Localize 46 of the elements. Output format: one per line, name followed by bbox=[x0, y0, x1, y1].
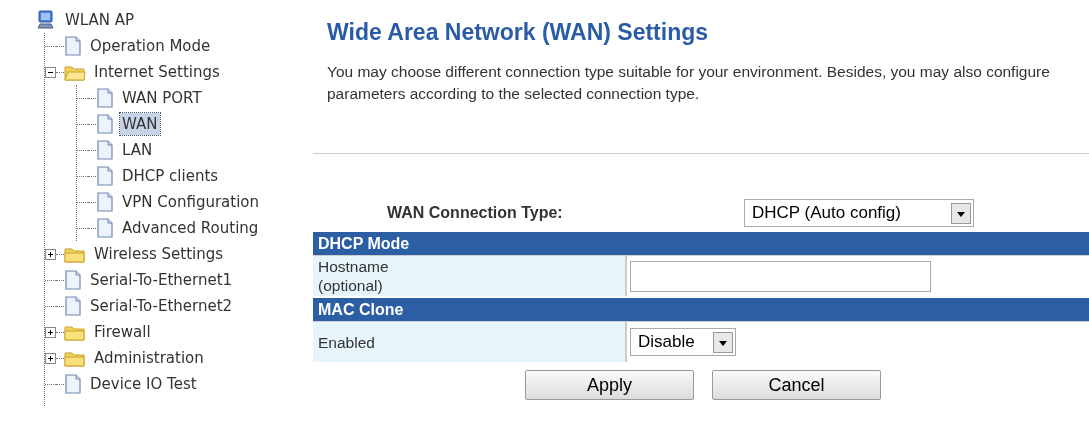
page-icon bbox=[96, 114, 114, 134]
page-icon bbox=[96, 166, 114, 186]
row-label: Enabled bbox=[313, 322, 627, 362]
mac-clone-select[interactable]: Disable bbox=[630, 328, 736, 356]
page-icon bbox=[96, 88, 114, 108]
tree-item[interactable]: LAN bbox=[120, 138, 155, 162]
collapse-icon[interactable] bbox=[45, 66, 56, 78]
tree-item[interactable]: Internet Settings bbox=[92, 60, 222, 84]
hostname-field[interactable] bbox=[630, 260, 931, 292]
page-icon bbox=[96, 140, 114, 160]
tree-root[interactable]: WLAN AP bbox=[65, 8, 135, 32]
page-icon bbox=[64, 374, 82, 394]
tree-item[interactable]: Operation Mode bbox=[88, 34, 213, 58]
tree-item[interactable]: DHCP clients bbox=[120, 164, 221, 188]
tree-item[interactable]: Administration bbox=[92, 346, 206, 370]
row-label: Hostname (optional) bbox=[313, 256, 627, 296]
folder-icon bbox=[64, 349, 86, 367]
connection-type-select[interactable]: DHCP (Auto config) bbox=[744, 199, 974, 227]
tree-item[interactable]: Firewall bbox=[92, 320, 153, 344]
section-header: DHCP Mode bbox=[313, 230, 1089, 255]
tree-item[interactable]: Wireless Settings bbox=[92, 242, 226, 266]
page-icon bbox=[64, 36, 82, 56]
tree-item[interactable]: Advanced Routing bbox=[120, 216, 261, 240]
page-icon bbox=[64, 296, 82, 316]
form-button[interactable]: Cancel bbox=[712, 370, 881, 400]
tree-item[interactable]: WAN PORT bbox=[120, 86, 204, 110]
page-icon bbox=[64, 270, 82, 290]
tree-item[interactable]: Serial-To-Ethernet1 bbox=[88, 268, 235, 292]
expand-icon[interactable] bbox=[45, 352, 56, 364]
form-button[interactable]: Apply bbox=[525, 370, 694, 400]
tree-item[interactable]: Serial-To-Ethernet2 bbox=[88, 294, 235, 318]
folder-icon bbox=[64, 245, 86, 263]
page-icon bbox=[96, 192, 114, 212]
computer-icon bbox=[37, 10, 55, 30]
open-folder-icon bbox=[64, 63, 86, 81]
page-description: You may choose different connection type suitable for your environment. Besides, you may also configure parameters according to the selected connection type. bbox=[327, 62, 1051, 104]
tree-item[interactable]: WAN bbox=[120, 112, 160, 136]
field-label: WAN Connection Type: bbox=[387, 203, 564, 223]
expand-icon[interactable] bbox=[45, 326, 56, 338]
tree-item[interactable]: VPN Configuration bbox=[120, 190, 262, 214]
page-icon bbox=[96, 218, 114, 238]
expand-icon[interactable] bbox=[45, 248, 56, 260]
tree-item[interactable]: Device IO Test bbox=[88, 372, 199, 396]
section-header: MAC Clone bbox=[313, 296, 1089, 321]
page-title: Wide Area Network (WAN) Settings bbox=[327, 18, 710, 47]
folder-icon bbox=[64, 323, 86, 341]
